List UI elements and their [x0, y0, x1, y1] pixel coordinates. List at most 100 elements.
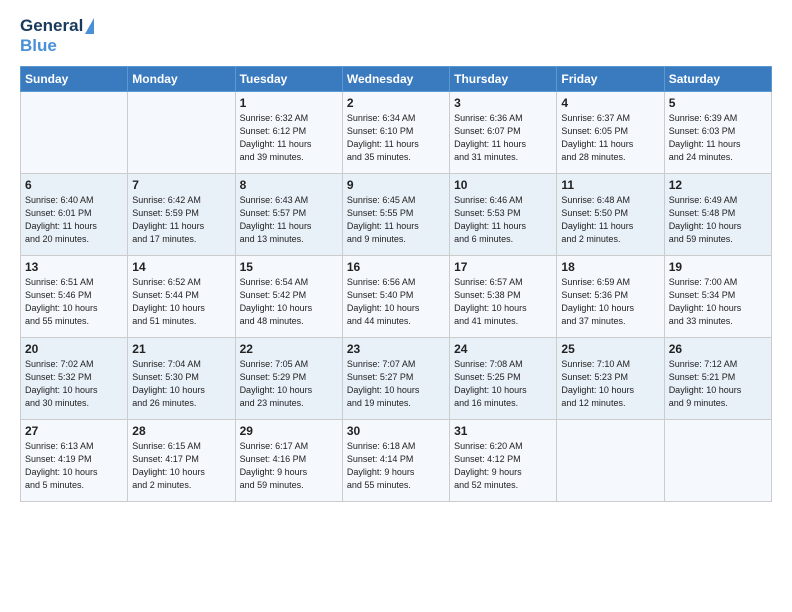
- day-cell: 10 Sunrise: 6:46 AM Sunset: 5:53 PM Dayli…: [450, 174, 557, 256]
- day-info: Sunrise: 6:32 AM Sunset: 6:12 PM Dayligh…: [240, 112, 338, 164]
- day-info: Sunrise: 6:45 AM Sunset: 5:55 PM Dayligh…: [347, 194, 445, 246]
- day-cell: 9 Sunrise: 6:45 AM Sunset: 5:55 PM Daylig…: [342, 174, 449, 256]
- day-info: Sunrise: 6:52 AM Sunset: 5:44 PM Dayligh…: [132, 276, 230, 328]
- day-number: 3: [454, 96, 552, 110]
- day-info: Sunrise: 6:36 AM Sunset: 6:07 PM Dayligh…: [454, 112, 552, 164]
- day-cell: 5 Sunrise: 6:39 AM Sunset: 6:03 PM Daylig…: [664, 92, 771, 174]
- day-info: Sunrise: 6:18 AM Sunset: 4:14 PM Dayligh…: [347, 440, 445, 492]
- day-info: Sunrise: 6:13 AM Sunset: 4:19 PM Dayligh…: [25, 440, 123, 492]
- day-number: 18: [561, 260, 659, 274]
- day-cell: 1 Sunrise: 6:32 AM Sunset: 6:12 PM Daylig…: [235, 92, 342, 174]
- day-number: 20: [25, 342, 123, 356]
- day-number: 29: [240, 424, 338, 438]
- day-info: Sunrise: 6:46 AM Sunset: 5:53 PM Dayligh…: [454, 194, 552, 246]
- day-info: Sunrise: 6:48 AM Sunset: 5:50 PM Dayligh…: [561, 194, 659, 246]
- day-info: Sunrise: 6:54 AM Sunset: 5:42 PM Dayligh…: [240, 276, 338, 328]
- week-row-1: 1 Sunrise: 6:32 AM Sunset: 6:12 PM Daylig…: [21, 92, 772, 174]
- day-number: 13: [25, 260, 123, 274]
- day-cell: 23Sunrise: 7:07 AM Sunset: 5:27 PM Dayli…: [342, 338, 449, 420]
- day-info: Sunrise: 6:43 AM Sunset: 5:57 PM Dayligh…: [240, 194, 338, 246]
- day-cell: 8 Sunrise: 6:43 AM Sunset: 5:57 PM Daylig…: [235, 174, 342, 256]
- day-number: 23: [347, 342, 445, 356]
- week-row-4: 20 Sunrise: 7:02 AM Sunset: 5:32 PM Dayli…: [21, 338, 772, 420]
- col-header-tuesday: Tuesday: [235, 67, 342, 92]
- day-cell: 28Sunrise: 6:15 AM Sunset: 4:17 PM Dayli…: [128, 420, 235, 502]
- day-number: 8: [240, 178, 338, 192]
- day-info: Sunrise: 6:37 AM Sunset: 6:05 PM Dayligh…: [561, 112, 659, 164]
- day-cell: 24Sunrise: 7:08 AM Sunset: 5:25 PM Dayli…: [450, 338, 557, 420]
- col-header-sunday: Sunday: [21, 67, 128, 92]
- logo-line2: Blue: [20, 36, 57, 56]
- day-number: 4: [561, 96, 659, 110]
- day-cell: 2 Sunrise: 6:34 AM Sunset: 6:10 PM Daylig…: [342, 92, 449, 174]
- day-number: 31: [454, 424, 552, 438]
- day-cell: 17 Sunrise: 6:57 AM Sunset: 5:38 PM Dayli…: [450, 256, 557, 338]
- day-cell: 27 Sunrise: 6:13 AM Sunset: 4:19 PM Dayli…: [21, 420, 128, 502]
- day-cell: 22 Sunrise: 7:05 AM Sunset: 5:29 PM Dayli…: [235, 338, 342, 420]
- day-number: 11: [561, 178, 659, 192]
- week-row-5: 27 Sunrise: 6:13 AM Sunset: 4:19 PM Dayli…: [21, 420, 772, 502]
- day-cell: 3 Sunrise: 6:36 AM Sunset: 6:07 PM Daylig…: [450, 92, 557, 174]
- day-info: Sunrise: 6:57 AM Sunset: 5:38 PM Dayligh…: [454, 276, 552, 328]
- day-number: 1: [240, 96, 338, 110]
- day-number: 12: [669, 178, 767, 192]
- day-number: 6: [25, 178, 123, 192]
- day-number: 25: [561, 342, 659, 356]
- day-info: Sunrise: 6:49 AM Sunset: 5:48 PM Dayligh…: [669, 194, 767, 246]
- day-number: 27: [25, 424, 123, 438]
- day-info: Sunrise: 7:05 AM Sunset: 5:29 PM Dayligh…: [240, 358, 338, 410]
- day-cell: [128, 92, 235, 174]
- day-cell: [557, 420, 664, 502]
- day-cell: 30 Sunrise: 6:18 AM Sunset: 4:14 PM Dayli…: [342, 420, 449, 502]
- day-cell: 21 Sunrise: 7:04 AM Sunset: 5:30 PM Dayli…: [128, 338, 235, 420]
- day-number: 22: [240, 342, 338, 356]
- day-number: 21: [132, 342, 230, 356]
- day-info: Sunrise: 7:10 AM Sunset: 5:23 PM Dayligh…: [561, 358, 659, 410]
- day-cell: [21, 92, 128, 174]
- day-number: 17: [454, 260, 552, 274]
- day-cell: 4 Sunrise: 6:37 AM Sunset: 6:05 PM Daylig…: [557, 92, 664, 174]
- day-info: Sunrise: 6:59 AM Sunset: 5:36 PM Dayligh…: [561, 276, 659, 328]
- day-info: Sunrise: 6:15 AM Sunset: 4:17 PM Dayligh…: [132, 440, 230, 492]
- day-cell: 20 Sunrise: 7:02 AM Sunset: 5:32 PM Dayli…: [21, 338, 128, 420]
- logo-general: General: [20, 16, 83, 36]
- day-number: 19: [669, 260, 767, 274]
- day-info: Sunrise: 7:04 AM Sunset: 5:30 PM Dayligh…: [132, 358, 230, 410]
- logo-triangle-icon: [85, 18, 94, 34]
- header: General Blue: [20, 16, 772, 56]
- day-number: 9: [347, 178, 445, 192]
- day-number: 10: [454, 178, 552, 192]
- logo: General Blue: [20, 16, 94, 56]
- day-info: Sunrise: 7:00 AM Sunset: 5:34 PM Dayligh…: [669, 276, 767, 328]
- day-number: 14: [132, 260, 230, 274]
- day-cell: 14 Sunrise: 6:52 AM Sunset: 5:44 PM Dayli…: [128, 256, 235, 338]
- page: General Blue SundayMondayTuesdayWednesda…: [0, 0, 792, 612]
- day-cell: 18 Sunrise: 6:59 AM Sunset: 5:36 PM Dayli…: [557, 256, 664, 338]
- col-header-saturday: Saturday: [664, 67, 771, 92]
- day-number: 5: [669, 96, 767, 110]
- day-cell: 7Sunrise: 6:42 AM Sunset: 5:59 PM Daylig…: [128, 174, 235, 256]
- day-info: Sunrise: 7:12 AM Sunset: 5:21 PM Dayligh…: [669, 358, 767, 410]
- day-info: Sunrise: 6:51 AM Sunset: 5:46 PM Dayligh…: [25, 276, 123, 328]
- day-info: Sunrise: 6:56 AM Sunset: 5:40 PM Dayligh…: [347, 276, 445, 328]
- day-cell: [664, 420, 771, 502]
- week-row-2: 6Sunrise: 6:40 AM Sunset: 6:01 PM Daylig…: [21, 174, 772, 256]
- day-info: Sunrise: 6:34 AM Sunset: 6:10 PM Dayligh…: [347, 112, 445, 164]
- day-info: Sunrise: 6:20 AM Sunset: 4:12 PM Dayligh…: [454, 440, 552, 492]
- col-header-thursday: Thursday: [450, 67, 557, 92]
- day-number: 30: [347, 424, 445, 438]
- header-row: SundayMondayTuesdayWednesdayThursdayFrid…: [21, 67, 772, 92]
- col-header-monday: Monday: [128, 67, 235, 92]
- day-info: Sunrise: 6:42 AM Sunset: 5:59 PM Dayligh…: [132, 194, 230, 246]
- logo-blue: Blue: [20, 36, 57, 55]
- col-header-friday: Friday: [557, 67, 664, 92]
- day-cell: 26Sunrise: 7:12 AM Sunset: 5:21 PM Dayli…: [664, 338, 771, 420]
- day-cell: 12 Sunrise: 6:49 AM Sunset: 5:48 PM Dayli…: [664, 174, 771, 256]
- day-cell: 11 Sunrise: 6:48 AM Sunset: 5:50 PM Dayli…: [557, 174, 664, 256]
- day-cell: 19 Sunrise: 7:00 AM Sunset: 5:34 PM Dayli…: [664, 256, 771, 338]
- day-info: Sunrise: 7:02 AM Sunset: 5:32 PM Dayligh…: [25, 358, 123, 410]
- day-number: 2: [347, 96, 445, 110]
- day-number: 16: [347, 260, 445, 274]
- day-info: Sunrise: 6:39 AM Sunset: 6:03 PM Dayligh…: [669, 112, 767, 164]
- week-row-3: 13 Sunrise: 6:51 AM Sunset: 5:46 PM Dayli…: [21, 256, 772, 338]
